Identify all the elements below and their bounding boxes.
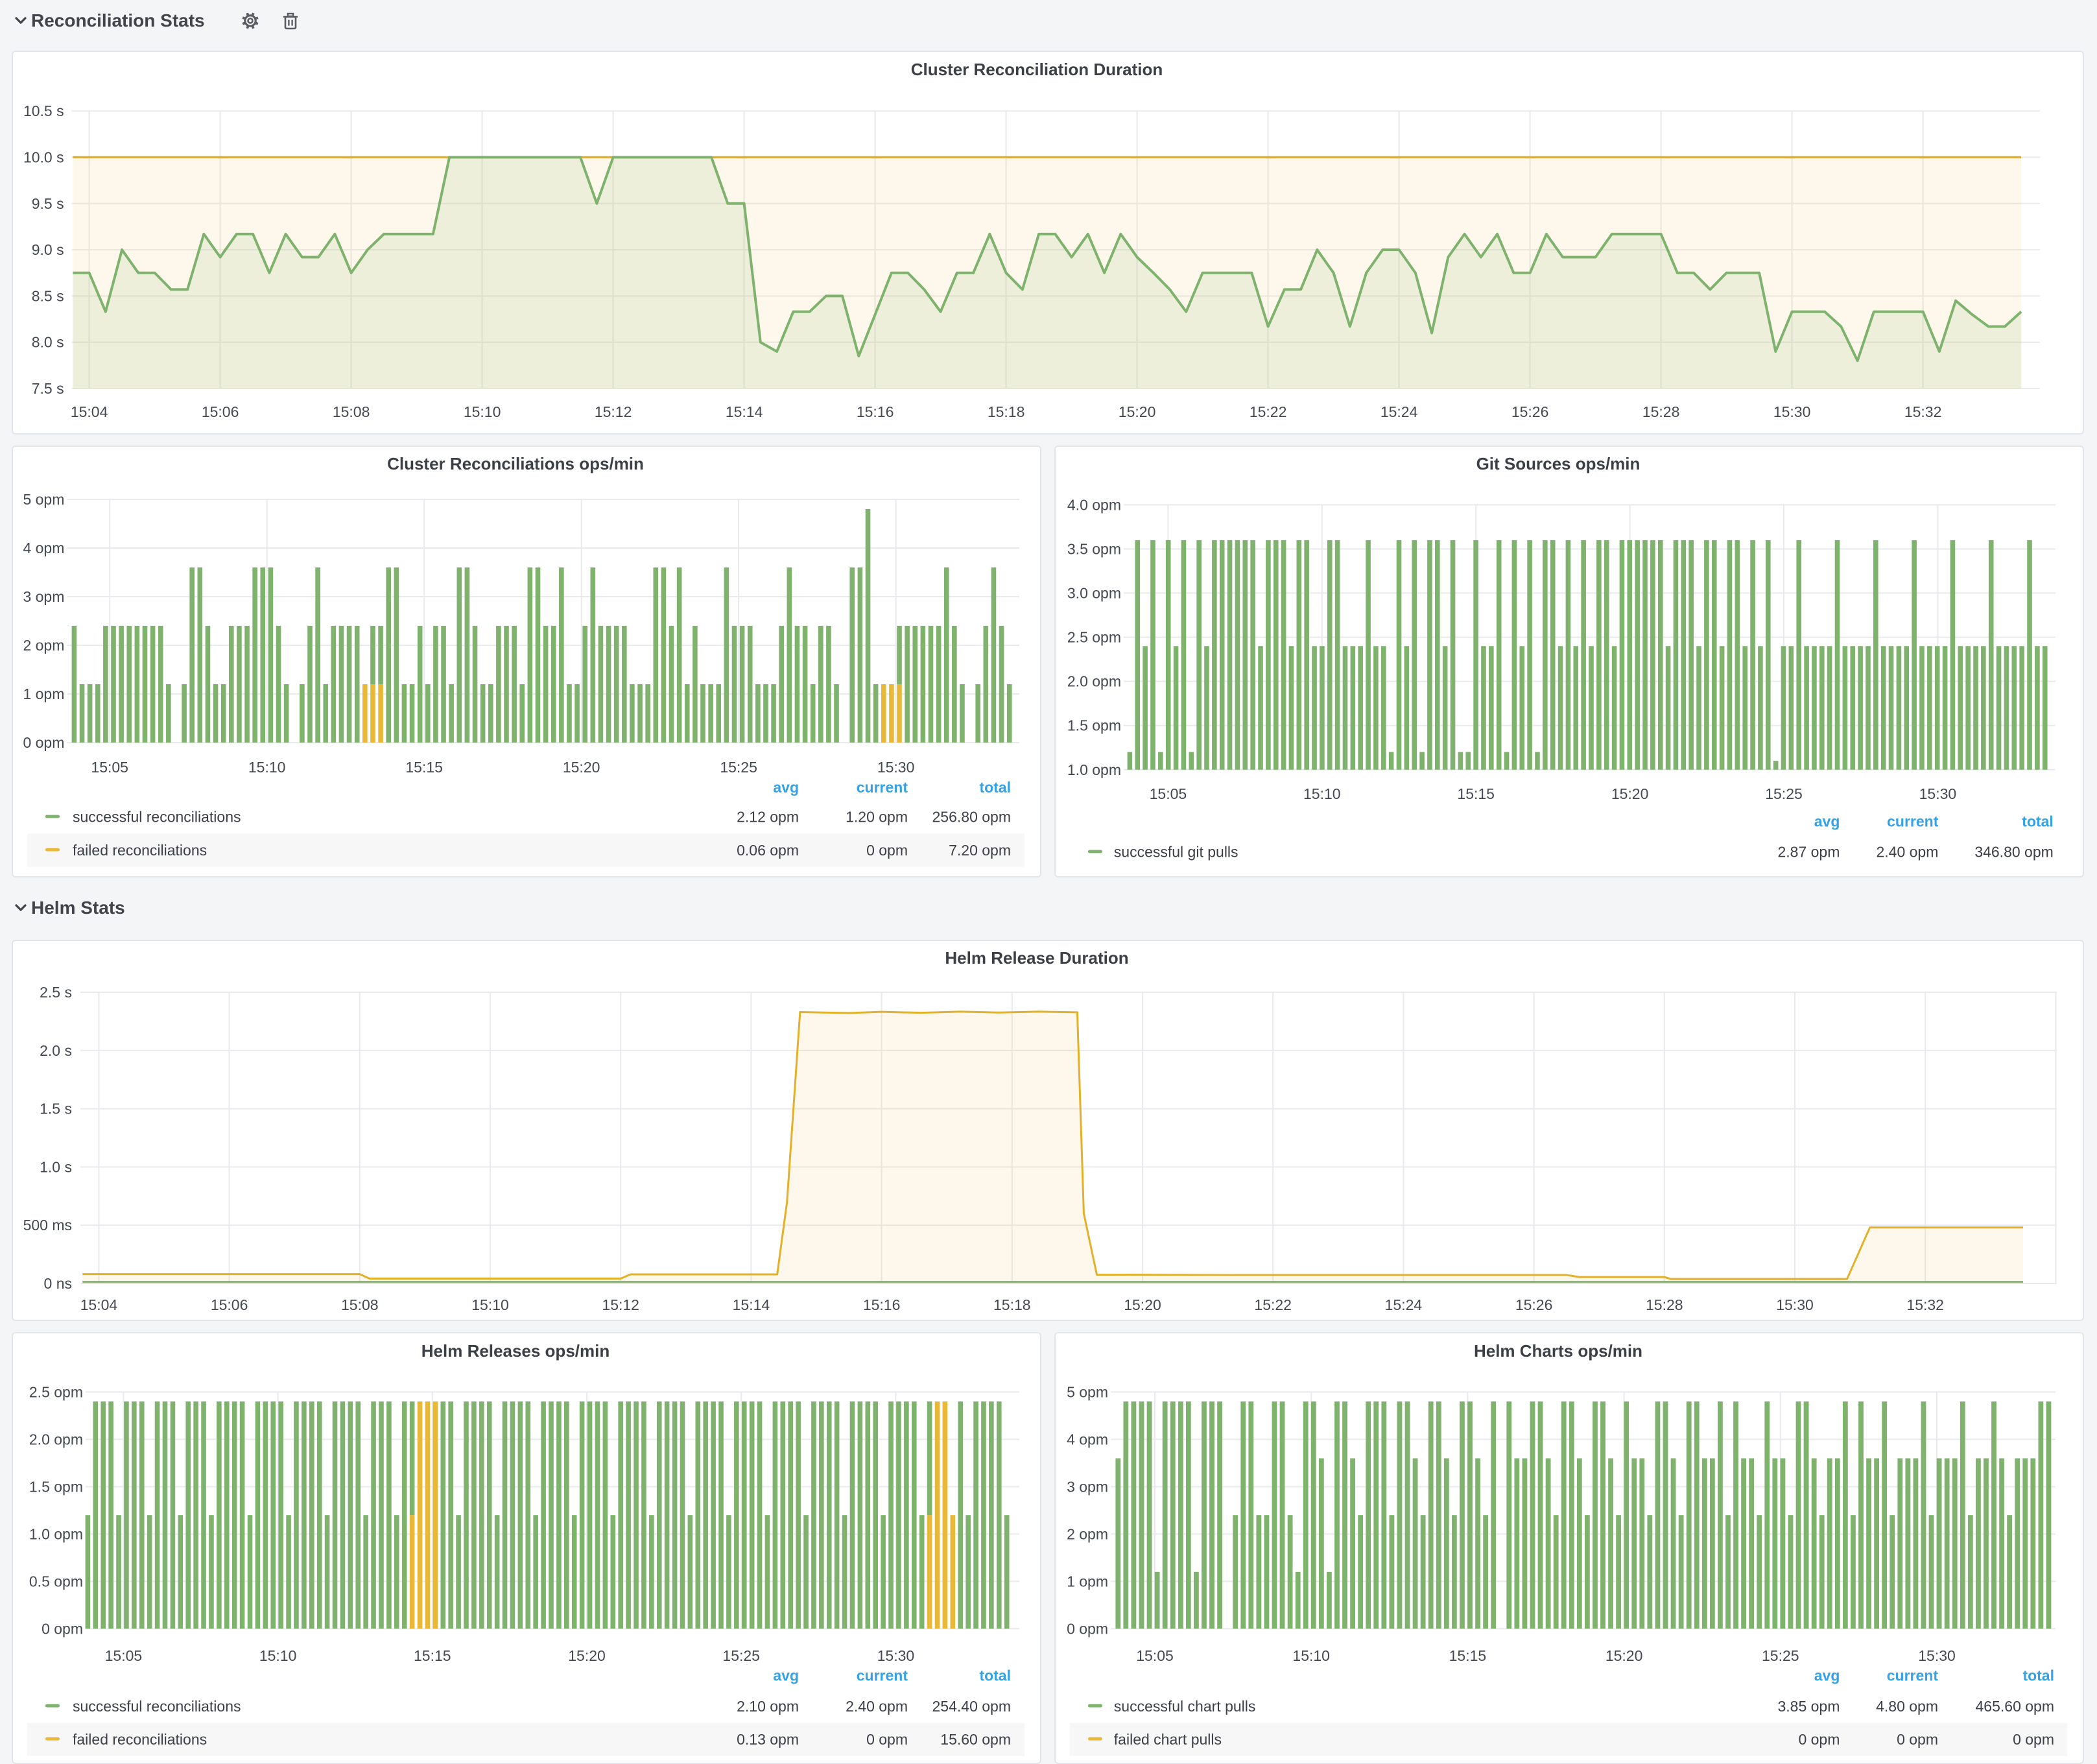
svg-text:4.80 opm: 4.80 opm [1876,1698,1938,1715]
svg-text:successful chart pulls: successful chart pulls [1114,1698,1256,1715]
svg-text:1 opm: 1 opm [1067,1573,1108,1590]
svg-text:current: current [1887,1667,1939,1684]
svg-text:avg: avg [1814,1667,1840,1684]
svg-text:15:25: 15:25 [1762,1647,1799,1664]
svg-text:15:20: 15:20 [1605,1647,1643,1664]
svg-text:3 opm: 3 opm [1067,1478,1108,1495]
svg-text:2 opm: 2 opm [1067,1525,1108,1542]
svg-text:465.60 opm: 465.60 opm [1976,1698,2054,1715]
svg-text:15:30: 15:30 [1918,1647,1956,1664]
svg-text:15:05: 15:05 [1136,1647,1174,1664]
svg-text:4 opm: 4 opm [1067,1431,1108,1448]
svg-text:0 opm: 0 opm [1067,1620,1108,1637]
svg-text:total: total [2022,1667,2054,1684]
svg-text:0 opm: 0 opm [2013,1731,2054,1748]
svg-text:Helm Charts ops/min: Helm Charts ops/min [1474,1341,1642,1361]
svg-text:0 opm: 0 opm [1798,1731,1840,1748]
svg-text:15:10: 15:10 [1292,1647,1330,1664]
svg-text:3.85 opm: 3.85 opm [1777,1698,1840,1715]
svg-text:5 opm: 5 opm [1067,1383,1108,1400]
svg-text:0 opm: 0 opm [1897,1731,1938,1748]
svg-text:failed chart pulls: failed chart pulls [1114,1731,1222,1748]
svg-text:15:15: 15:15 [1449,1647,1487,1664]
